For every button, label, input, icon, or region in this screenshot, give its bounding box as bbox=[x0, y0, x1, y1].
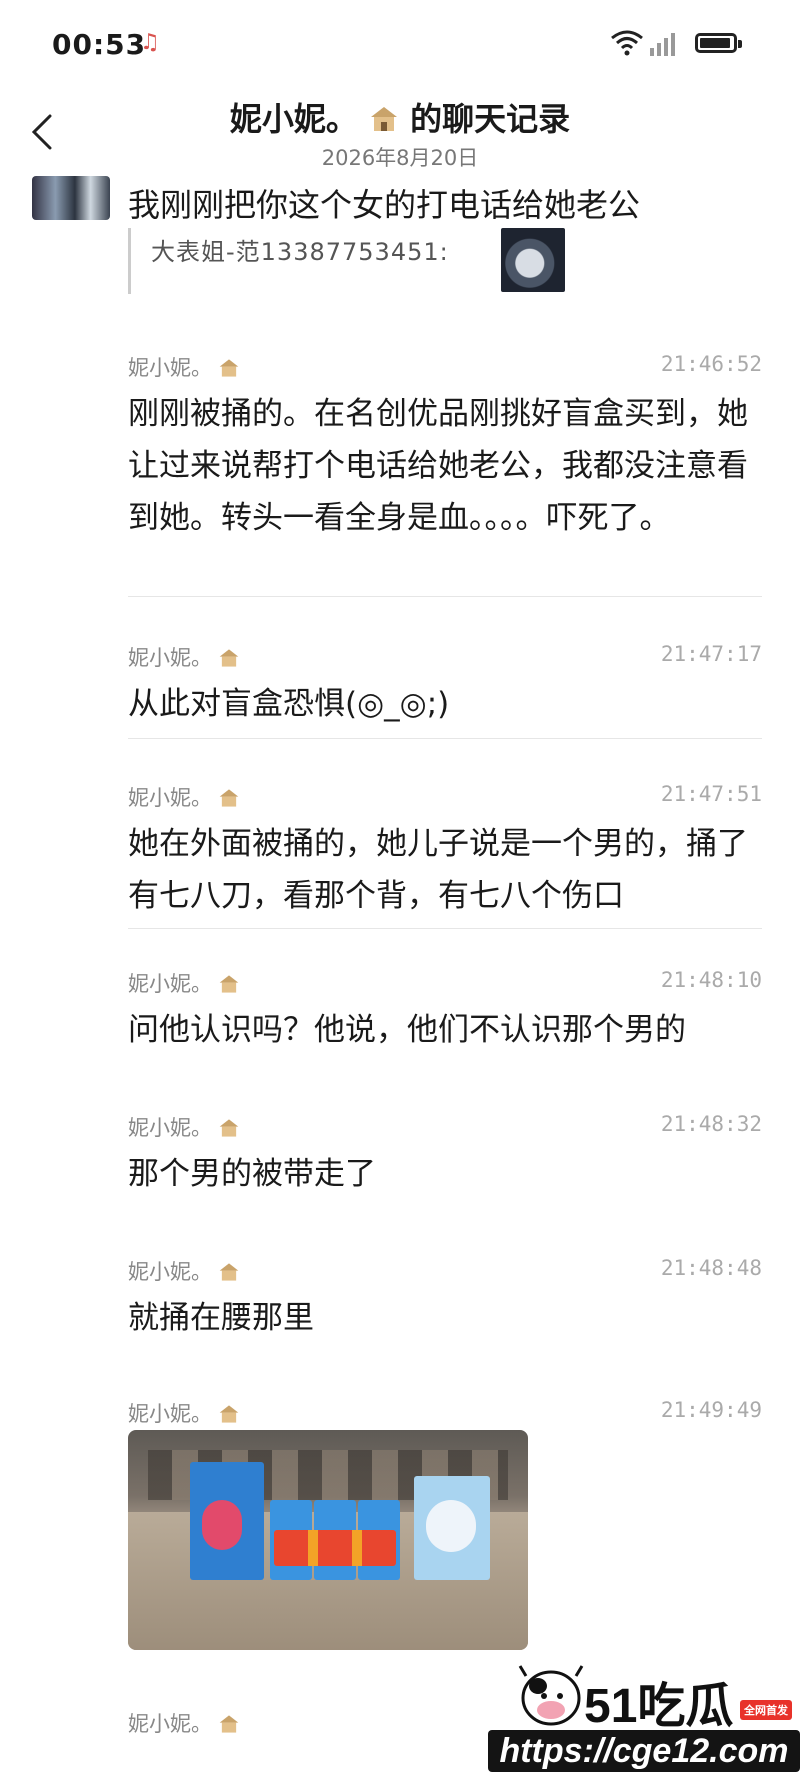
sender-name: 妮小妮。 bbox=[128, 1398, 240, 1428]
title-name: 妮小妮。 bbox=[229, 100, 358, 138]
chat-record: 妮小妮。 21:47:17 从此对盲盒恐惧(◎_◎;) bbox=[128, 642, 762, 739]
chat-record: 妮小妮。 21:49:49 bbox=[128, 1398, 762, 1428]
first-message-text: 我刚刚把你这个女的打电话给她老公 bbox=[128, 186, 641, 224]
status-bar: 00:53 ♫ bbox=[0, 0, 800, 90]
sender-name: 妮小妮。 bbox=[128, 1112, 240, 1142]
music-icon: ♫ bbox=[140, 30, 160, 55]
divider bbox=[128, 928, 762, 929]
clock: 00:53 bbox=[52, 28, 147, 61]
hut-emoji-icon bbox=[219, 789, 239, 807]
sender-name: 妮小妮。 bbox=[128, 352, 240, 382]
timestamp: 21:48:32 bbox=[660, 1112, 762, 1136]
chat-record: 妮小妮。 21:46:52 刚刚被捅的。在名创优品刚挑好盲盒买到，她让过来说帮打… bbox=[128, 352, 762, 597]
timestamp: 21:48:10 bbox=[660, 968, 762, 992]
watermark-logo: 51吃瓜 bbox=[584, 1680, 734, 1733]
timestamp: 21:46:52 bbox=[660, 352, 762, 376]
hut-emoji-icon bbox=[219, 975, 239, 993]
timestamp: 21:49:49 bbox=[660, 1398, 762, 1422]
avatar-thumbnail bbox=[32, 176, 110, 220]
page-title: 妮小妮。 的聊天记录 bbox=[0, 94, 800, 140]
hut-emoji-icon bbox=[219, 1715, 239, 1733]
wifi-icon bbox=[611, 30, 643, 56]
divider bbox=[128, 596, 762, 597]
hut-emoji-icon bbox=[219, 1263, 239, 1281]
blind-box-photo[interactable] bbox=[128, 1430, 528, 1650]
sender-name: 妮小妮。 bbox=[128, 782, 240, 812]
sender-name: 妮小妮。 bbox=[128, 1256, 240, 1286]
message-text: 那个男的被带走了 bbox=[128, 1156, 376, 1192]
hut-emoji-icon bbox=[371, 107, 397, 131]
box-character bbox=[426, 1500, 476, 1552]
quote-image[interactable] bbox=[501, 228, 565, 292]
chat-record: 妮小妮。 21:47:51 她在外面被捅的，她儿子说是一个男的，捅了有七八刀，看… bbox=[128, 782, 762, 929]
hut-emoji-icon bbox=[219, 649, 239, 667]
watermark-url: https://cge12.com bbox=[488, 1730, 800, 1772]
chat-record: 妮小妮。 21:48:48 就捅在腰那里 bbox=[128, 1256, 762, 1346]
message-text: 就捅在腰那里 bbox=[128, 1300, 314, 1336]
battery-icon bbox=[695, 33, 742, 53]
box-character bbox=[202, 1500, 242, 1550]
message-text: 问他认识吗？他说，他们不认识那个男的 bbox=[128, 1012, 686, 1048]
chat-record: 妮小妮。 21:48:10 问他认识吗？他说，他们不认识那个男的 bbox=[128, 968, 762, 1058]
site-watermark: 51吃瓜 全网首发 https://cge12.com bbox=[488, 1660, 800, 1778]
watermark-badge: 全网首发 bbox=[740, 1700, 792, 1720]
hut-emoji-icon bbox=[219, 1119, 239, 1137]
hut-emoji-icon bbox=[219, 1405, 239, 1423]
sender-name: 妮小妮。 bbox=[128, 1708, 240, 1738]
timestamp: 21:47:17 bbox=[660, 642, 762, 666]
sender-name: 妮小妮。 bbox=[128, 968, 240, 998]
history-date: 2026年8月20日 bbox=[321, 146, 479, 170]
message-text: 她在外面被捅的，她儿子说是一个男的，捅了有七八刀，看那个背，有七八个伤口 bbox=[128, 826, 748, 914]
hut-emoji-icon bbox=[219, 359, 239, 377]
message-text: 刚刚被捅的。在名创优品刚挑好盲盒买到，她让过来说帮打个电话给她老公，我都没注意看… bbox=[128, 396, 748, 536]
signal-icon bbox=[650, 33, 675, 56]
quote-text: 大表姐-范13387753451: bbox=[151, 238, 449, 266]
message-text: 从此对盲盒恐惧(◎_◎;) bbox=[128, 686, 450, 722]
cow-mascot-icon bbox=[518, 1665, 584, 1726]
quoted-reply[interactable]: 大表姐-范13387753451: bbox=[128, 228, 571, 294]
chat-history-header: 妮小妮。 的聊天记录 2026年8月20日 bbox=[0, 90, 800, 170]
timestamp: 21:47:51 bbox=[660, 782, 762, 806]
timestamp: 21:48:48 bbox=[660, 1256, 762, 1280]
divider bbox=[128, 738, 762, 739]
chat-record: 妮小妮。 21:48:32 那个男的被带走了 bbox=[128, 1112, 762, 1202]
box-pattern bbox=[274, 1530, 396, 1566]
sender-name: 妮小妮。 bbox=[128, 642, 240, 672]
title-suffix: 的聊天记录 bbox=[410, 100, 571, 138]
